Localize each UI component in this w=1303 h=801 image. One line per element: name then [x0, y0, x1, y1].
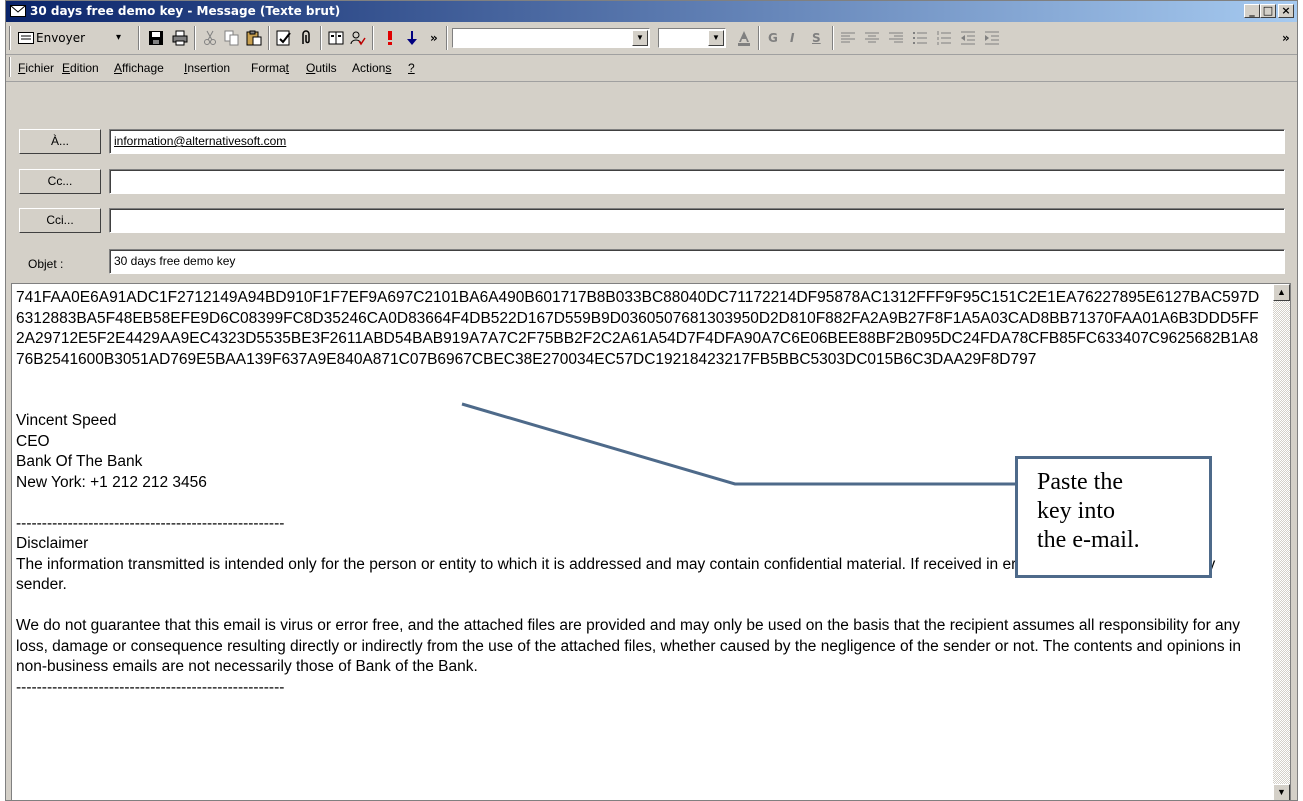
increase-indent-icon[interactable] — [984, 30, 1000, 46]
toolbar-separator — [446, 26, 448, 50]
chevron-down-icon[interactable]: ▼ — [708, 30, 724, 46]
window-title: 30 days free demo key - Message (Texte b… — [30, 4, 341, 18]
send-button[interactable]: Envoyer ▾ — [16, 27, 132, 49]
toolbar-grip[interactable] — [9, 26, 11, 50]
send-label: Envoyer — [36, 31, 86, 45]
menu-insertion[interactable]: Insertion — [184, 60, 230, 76]
minimize-button[interactable]: _ — [1244, 4, 1260, 18]
standard-toolbar: Envoyer ▾ » ▼ ▼ G I S » — [6, 22, 1297, 55]
menu-outils[interactable]: Outils — [306, 60, 337, 76]
to-recipient[interactable]: information@alternativesoft.com — [114, 134, 286, 148]
menu-help[interactable]: ? — [408, 60, 415, 76]
callout-box: Paste the key into the e-mail. — [1015, 456, 1212, 578]
callout-line-2: key into — [1037, 498, 1115, 524]
bcc-button[interactable]: Cci... — [19, 208, 101, 233]
message-icon — [18, 32, 34, 44]
maximize-button[interactable]: □ — [1260, 4, 1276, 18]
menu-actions[interactable]: Actions — [352, 60, 391, 76]
toolbar-separator — [138, 26, 140, 50]
font-color-icon[interactable] — [736, 30, 752, 46]
copy-icon[interactable] — [224, 30, 240, 46]
underline-button[interactable]: S — [812, 27, 821, 49]
bullets-icon[interactable] — [912, 30, 928, 46]
signature-title: CEO — [16, 432, 50, 450]
cc-button[interactable]: Cc... — [19, 169, 101, 194]
menu-edition[interactable]: Edition — [62, 60, 99, 76]
subject-field[interactable]: 30 days free demo key — [109, 249, 1285, 274]
menu-format[interactable]: Format — [251, 60, 289, 76]
envelope-icon — [10, 5, 26, 17]
menu-grip[interactable] — [9, 57, 11, 77]
toolbar-separator — [372, 26, 374, 50]
menu-fichier[interactable]: Fichier — [18, 60, 54, 76]
bold-button[interactable]: G — [768, 27, 778, 49]
more-formatting-icon[interactable]: » — [1282, 27, 1290, 49]
menu-affichage[interactable]: Affichage — [114, 60, 164, 76]
vertical-scrollbar[interactable]: ▲ ▼ — [1273, 284, 1290, 800]
cut-icon[interactable] — [202, 30, 218, 46]
spelling-icon[interactable] — [350, 30, 366, 46]
toolbar-separator — [194, 26, 196, 50]
subject-label: Objet : — [28, 257, 64, 271]
font-name-combo[interactable]: ▼ — [452, 28, 650, 48]
toolbar-separator — [758, 26, 760, 50]
low-importance-icon[interactable] — [404, 30, 420, 46]
cc-field[interactable] — [109, 169, 1285, 194]
center-icon[interactable] — [864, 30, 880, 46]
save-icon[interactable] — [148, 30, 164, 46]
chevron-down-icon[interactable]: ▼ — [632, 30, 648, 46]
decrease-indent-icon[interactable] — [960, 30, 976, 46]
font-size-combo[interactable]: ▼ — [658, 28, 726, 48]
callout-line-1: Paste the — [1037, 469, 1123, 495]
align-right-icon[interactable] — [888, 30, 904, 46]
high-importance-icon[interactable] — [382, 30, 398, 46]
send-dropdown-icon[interactable]: ▾ — [116, 27, 121, 49]
signature-name: Vincent Speed — [16, 412, 117, 429]
toolbar-separator — [268, 26, 270, 50]
bcc-field[interactable] — [109, 208, 1285, 233]
license-key-text: 741FAA0E6A91ADC1F2712149A94BD910F1F7EF9A… — [16, 289, 1260, 368]
divider-line: ----------------------------------------… — [16, 678, 285, 696]
message-window: 30 days free demo key - Message (Texte b… — [5, 0, 1298, 801]
toolbar-separator — [320, 26, 322, 50]
title-bar[interactable]: 30 days free demo key - Message (Texte b… — [6, 1, 1297, 22]
callout-line-3: the e-mail. — [1037, 527, 1140, 553]
menu-bar: Fichier Edition Affichage Insertion Form… — [6, 55, 1297, 82]
align-left-icon[interactable] — [840, 30, 856, 46]
address-book-icon[interactable] — [328, 30, 344, 46]
more-buttons-icon[interactable]: » — [430, 27, 438, 49]
scroll-up-icon[interactable]: ▲ — [1273, 284, 1290, 301]
print-icon[interactable] — [172, 30, 188, 46]
numbering-icon[interactable] — [936, 30, 952, 46]
attach-icon[interactable] — [298, 30, 314, 46]
to-button[interactable]: À... — [19, 129, 101, 154]
toolbar-separator — [832, 26, 834, 50]
paste-icon[interactable] — [246, 30, 262, 46]
close-button[interactable]: × — [1278, 4, 1294, 18]
disclaimer-paragraph: We do not guarantee that this email is v… — [16, 617, 1241, 675]
check-names-icon[interactable] — [276, 30, 292, 46]
to-field[interactable]: information@alternativesoft.com — [109, 129, 1285, 154]
italic-button[interactable]: I — [790, 27, 794, 49]
scroll-down-icon[interactable]: ▼ — [1273, 784, 1290, 800]
